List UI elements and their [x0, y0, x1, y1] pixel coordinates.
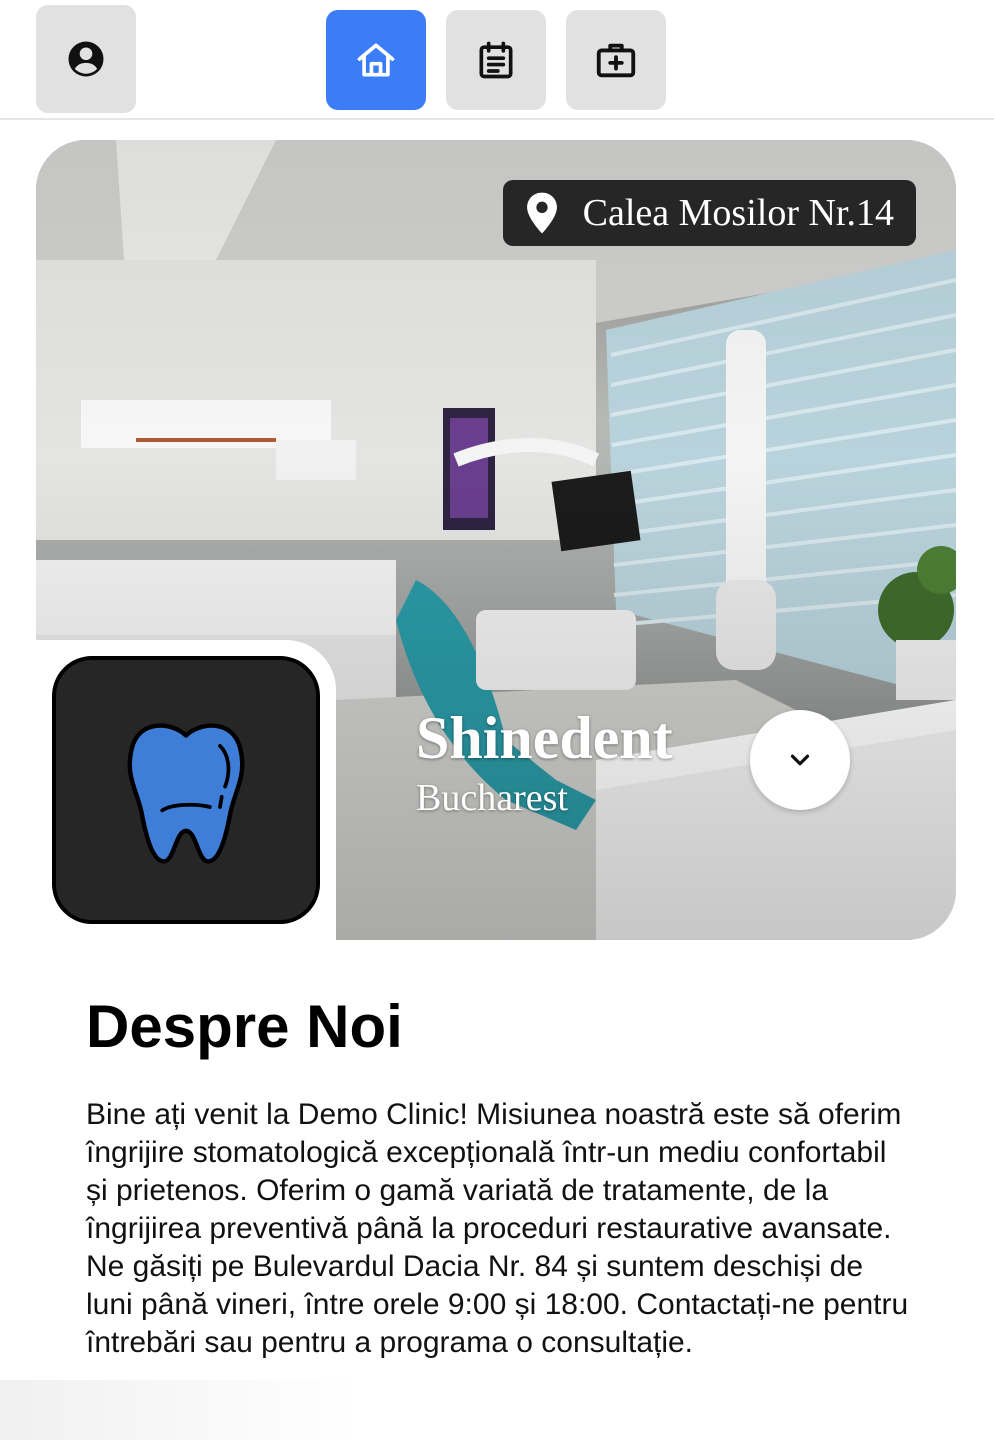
- chevron-down-icon: [790, 754, 810, 766]
- clinic-hero-card: Calea Mosilor Nr.14 Shinedent Bucharest: [36, 140, 956, 950]
- clinic-logo: [52, 656, 320, 924]
- map-pin-icon: [526, 192, 557, 234]
- address-text: Calea Mosilor Nr.14: [582, 192, 894, 234]
- address-chip[interactable]: Calea Mosilor Nr.14: [502, 180, 916, 246]
- medical-bag-icon: [596, 43, 636, 78]
- expand-details-button[interactable]: [750, 710, 850, 810]
- about-title: Despre Noi: [86, 993, 403, 1060]
- about-description: Bine ați venit la Demo Clinic! Misiunea …: [86, 1098, 909, 1359]
- tooth-icon: [127, 723, 245, 864]
- clinic-city: Bucharest: [416, 777, 568, 819]
- top-navigation-bar: [0, 0, 994, 120]
- bottom-shadow: [0, 1380, 360, 1440]
- nav-home-button[interactable]: [326, 10, 426, 110]
- calendar-notes-icon: [479, 41, 513, 79]
- nav-appointments-button[interactable]: [446, 10, 546, 110]
- clinic-name: Shinedent: [416, 705, 673, 771]
- nav-services-button[interactable]: [566, 10, 666, 110]
- home-icon: [357, 43, 395, 77]
- account-circle-icon: [68, 41, 104, 77]
- nav-profile-button[interactable]: [36, 5, 136, 113]
